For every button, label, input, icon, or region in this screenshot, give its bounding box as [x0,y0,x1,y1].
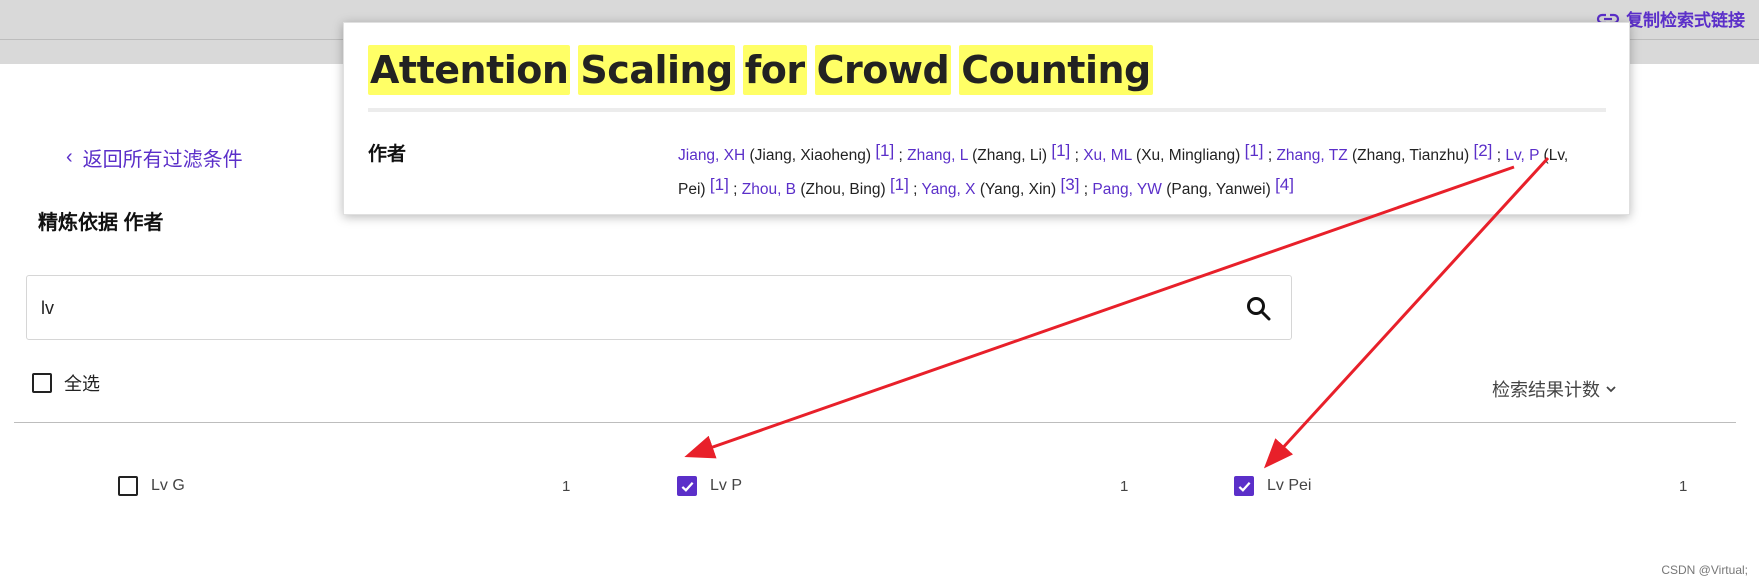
watermark: CSDN @Virtual; [1661,563,1748,577]
result-checkbox[interactable] [118,476,138,496]
back-to-all-filters-link[interactable]: ‹ 返回所有过滤条件 [66,143,243,172]
sort-by-count-dropdown[interactable]: 检索结果计数 [1492,376,1618,402]
author-link[interactable]: Lv, P [1505,147,1539,164]
author-fullname: (Zhou, Bing) [800,181,886,198]
result-count: 1 [1679,478,1688,495]
select-all-box[interactable] [32,373,52,393]
result-item-lv-g[interactable]: Lv G [118,476,185,496]
affiliation-ref[interactable]: [1] [890,175,909,194]
title-divider [368,108,1606,112]
chevron-down-icon [1606,386,1616,393]
record-title[interactable]: Attention Scaling for Crowd Counting [368,45,1153,95]
author-separator: ; [913,181,918,198]
select-all-checkbox[interactable]: 全选 [32,370,100,396]
author-fullname: (Yang, Xin) [979,181,1057,198]
affiliation-ref[interactable]: [3] [1061,175,1080,194]
result-count: 1 [1120,478,1129,495]
author-fullname: (Pang, Yanwei) [1166,181,1271,198]
author-link[interactable]: Xu, ML [1083,147,1132,164]
title-word: Crowd [814,45,952,95]
result-label: Lv Pei [1267,477,1312,494]
chevron-left-icon: ‹ [66,146,73,168]
author-fullname: (Zhang, Tianzhu) [1351,147,1470,164]
copy-query-link-label: 复制检索式链接 [1626,11,1745,30]
affiliation-ref[interactable]: [2] [1473,141,1492,160]
refine-by-author-heading: 精炼依据 作者 [38,212,164,234]
result-item-lv-p[interactable]: Lv P [677,476,742,496]
affiliation-ref[interactable]: [4] [1275,175,1294,194]
author-fullname: (Xu, Mingliang) [1136,147,1241,164]
author-fullname: (Zhang, Li) [972,147,1048,164]
author-link[interactable]: Zhou, B [742,181,796,198]
result-checkbox-checked[interactable] [677,476,697,496]
title-word: Scaling [578,45,735,95]
checkmark-icon [681,481,693,492]
select-all-label: 全选 [64,374,100,394]
sort-label: 检索结果计数 [1492,380,1600,400]
result-label: Lv P [710,477,743,494]
author-link[interactable]: Jiang, XH [678,147,745,164]
result-label: Lv G [151,477,185,494]
title-word: Counting [959,45,1153,95]
author-separator: ; [1267,147,1273,164]
result-count: 1 [562,478,571,495]
author-link[interactable]: Zhang, L [907,147,968,164]
author-search-box [26,275,1292,340]
author-separator: ; [1074,147,1079,164]
result-checkbox-checked[interactable] [1234,476,1254,496]
author-link[interactable]: Zhang, TZ [1276,147,1347,164]
author-separator: ; [898,147,903,164]
author-separator: ; [733,181,738,198]
title-word: for [742,45,807,95]
author-separator: ; [1083,181,1089,198]
author-link[interactable]: Yang, X [922,181,976,198]
affiliation-ref[interactable]: [1] [710,175,729,194]
author-search-input[interactable] [41,294,1141,322]
author-link[interactable]: Pang, YW [1092,181,1162,198]
authors-label: 作者 [368,144,407,165]
affiliation-ref[interactable]: [1] [1245,141,1264,160]
title-word: Attention [368,45,571,95]
result-item-lv-pei[interactable]: Lv Pei [1234,476,1311,496]
back-to-all-filters-label: 返回所有过滤条件 [82,149,243,171]
affiliation-ref[interactable]: [1] [1051,141,1070,160]
affiliation-ref[interactable]: [1] [875,141,894,160]
author-fullname: (Jiang, Xiaoheng) [749,147,872,164]
authors-list: Jiang, XH (Jiang, Xiaoheng) [1] ; Zhang,… [678,136,1598,204]
results-divider [14,422,1736,423]
author-separator: ; [1496,147,1502,164]
search-icon[interactable] [1245,295,1273,323]
checkmark-icon [1238,481,1250,492]
record-preview-popup: Attention Scaling for Crowd Counting 作者 … [343,22,1630,215]
